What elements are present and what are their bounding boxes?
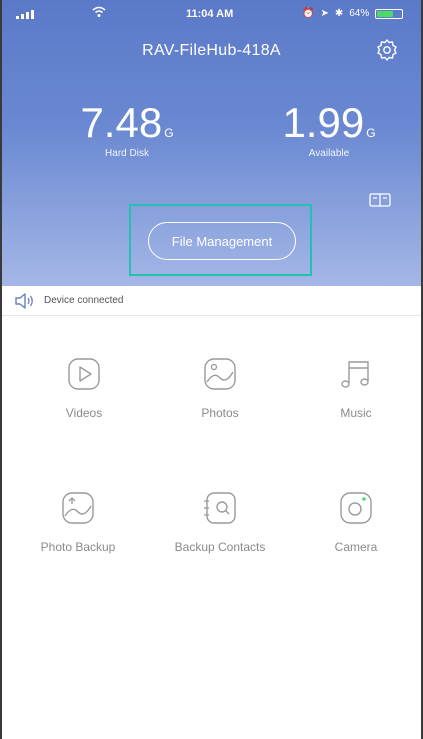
battery-level xyxy=(377,10,393,17)
contact-card-icon xyxy=(204,492,236,524)
tile-photo-backup[interactable]: Photo Backup xyxy=(12,490,144,554)
available-unit: G xyxy=(366,126,376,140)
battery-icon xyxy=(375,8,404,19)
available-label: Available xyxy=(308,148,350,159)
available-value: 1.99 xyxy=(282,99,365,146)
app-screen: 11:04 AM ⏰ ➤ ✱ 64% RAV-FileHub-418A 7.48… xyxy=(0,0,423,739)
gear-icon[interactable] xyxy=(375,38,399,62)
tile-label-backup-contacts: Backup Contacts xyxy=(174,540,266,554)
photo-icon xyxy=(204,358,236,390)
video-play-icon xyxy=(68,358,100,390)
battery-percent: 64% xyxy=(349,8,370,19)
hero-header: 11:04 AM ⏰ ➤ ✱ 64% RAV-FileHub-418A 7.48… xyxy=(2,0,421,286)
alarm-icon: ⏰ xyxy=(302,8,315,19)
signal-strength-icon xyxy=(16,9,34,19)
camera-icon xyxy=(340,492,372,524)
speaker-icon xyxy=(15,292,33,309)
tile-label-photo-backup: Photo Backup xyxy=(40,540,116,554)
wifi-icon xyxy=(92,6,106,21)
device-title: RAV-FileHub-418A xyxy=(142,42,281,59)
location-icon: ➤ xyxy=(320,8,329,19)
storage-card-icon[interactable] xyxy=(369,192,391,208)
hard-disk-label: Hard Disk xyxy=(105,148,149,159)
file-management-button[interactable]: File Management xyxy=(148,222,296,260)
tile-camera[interactable]: Camera xyxy=(296,490,416,554)
tile-photos[interactable]: Photos xyxy=(160,356,280,420)
notice-bar: Device connected xyxy=(2,286,421,316)
status-bar: 11:04 AM ⏰ ➤ ✱ 64% xyxy=(2,0,421,28)
tile-label-photos: Photos xyxy=(201,406,239,420)
tile-label-music: Music xyxy=(340,406,372,420)
tile-label-videos: Videos xyxy=(65,406,103,420)
available-stat: 1.99 G Available xyxy=(274,99,384,160)
hard-disk-value: 7.48 xyxy=(80,99,163,146)
status-time: 11:04 AM xyxy=(186,8,234,20)
photo-backup-icon xyxy=(62,492,94,524)
notice-text: Device connected xyxy=(44,295,124,306)
tile-music[interactable]: Music xyxy=(296,356,416,420)
bluetooth-icon: ✱ xyxy=(334,8,344,19)
hard-disk-unit: G xyxy=(164,126,174,140)
tile-videos[interactable]: Videos xyxy=(24,356,144,420)
status-right-icons: ⏰ ➤ ✱ 64% xyxy=(302,8,404,19)
tile-backup-contacts[interactable]: Backup Contacts xyxy=(150,490,290,554)
hard-disk-stat: 7.48 G Hard Disk xyxy=(72,99,182,160)
music-note-icon xyxy=(341,361,369,388)
tile-label-camera: Camera xyxy=(334,540,378,554)
